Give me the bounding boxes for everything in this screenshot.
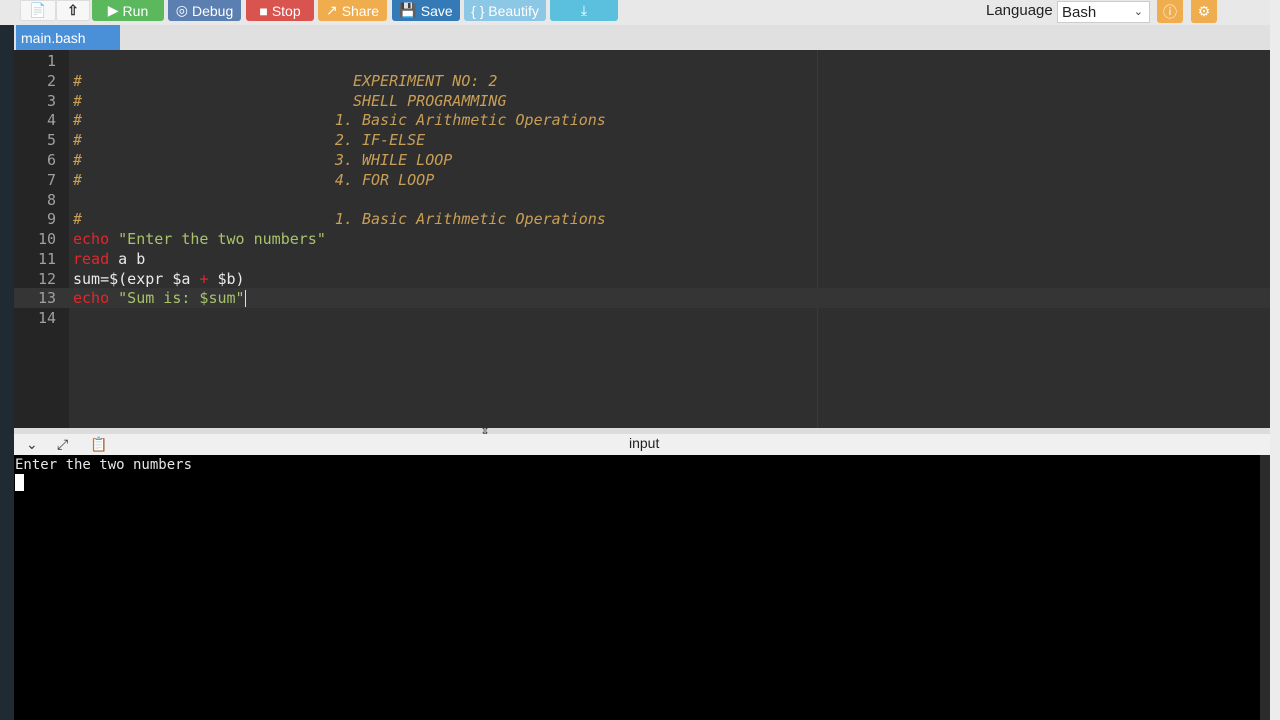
- debug-button[interactable]: ◎ Debug: [168, 0, 241, 21]
- clipboard-icon[interactable]: 📋: [90, 436, 107, 453]
- code-line: 3 # SHELL PROGRAMMING: [14, 91, 1270, 111]
- left-edge: [0, 0, 14, 720]
- language-select[interactable]: Bash ⌄: [1057, 1, 1150, 23]
- comment-text: # 3. WHILE LOOP: [73, 151, 453, 169]
- line-number: 2: [46, 72, 56, 90]
- share-label: Share: [341, 2, 380, 19]
- share-button[interactable]: ↗ Share: [318, 0, 387, 21]
- terminal-line: Enter the two numbers: [15, 457, 193, 473]
- code-post: $b): [208, 270, 245, 288]
- line-number: 13: [37, 289, 56, 307]
- code-line: 12 sum=$(expr $a + $b): [14, 269, 1270, 289]
- output-header: ⌄ ⤢ 📋 input: [14, 434, 1270, 455]
- code-pre: sum=$(expr $a: [73, 270, 200, 288]
- new-file-button[interactable]: 📄: [20, 0, 56, 21]
- language-label: Language: [986, 2, 1053, 19]
- tab-label: main.bash: [21, 29, 86, 46]
- keyword: echo: [73, 230, 110, 248]
- file-icon: 📄: [29, 2, 47, 18]
- save-icon: 💾: [399, 2, 417, 18]
- keyword: echo: [73, 289, 110, 307]
- code-line: 7 # 4. FOR LOOP: [14, 170, 1270, 190]
- line-text: read a b: [73, 249, 145, 269]
- gear-icon: ⚙: [1197, 3, 1211, 19]
- download-button[interactable]: ⤓: [550, 0, 618, 21]
- settings-button[interactable]: ⚙: [1191, 0, 1217, 23]
- code-line: 14: [14, 308, 1270, 328]
- debug-icon: ◎: [175, 2, 188, 18]
- string-literal: "Sum is: $sum": [109, 289, 245, 307]
- download-icon: ⤓: [580, 2, 588, 18]
- info-button[interactable]: ⓘ: [1157, 0, 1183, 23]
- line-number: 14: [37, 309, 56, 327]
- line-text: echo "Sum is: $sum": [73, 288, 246, 308]
- info-icon: ⓘ: [1163, 3, 1177, 20]
- code-line: 11 read a b: [14, 249, 1270, 269]
- upload-button[interactable]: ⇧: [56, 0, 90, 21]
- expand-icon[interactable]: ⤢: [57, 436, 68, 453]
- stop-label: Stop: [271, 2, 301, 19]
- code-line: 8: [14, 190, 1270, 210]
- save-button[interactable]: 💾 Save: [392, 0, 460, 21]
- comment-text: # SHELL PROGRAMMING: [73, 92, 507, 110]
- line-text: echo "Enter the two numbers": [73, 229, 326, 249]
- string-literal: "Enter the two numbers": [109, 230, 326, 248]
- file-tab-bar: main.bash: [14, 25, 1270, 50]
- keyword: read: [73, 250, 110, 268]
- run-button[interactable]: ▶ Run: [92, 0, 164, 21]
- share-icon: ↗: [325, 2, 338, 18]
- line-number: 7: [46, 171, 56, 189]
- line-number: 5: [46, 131, 56, 149]
- code-line: 4 # 1. Basic Arithmetic Operations: [14, 110, 1270, 130]
- toolbar: 📄 ⇧ ▶ Run ◎ Debug ■ Stop ↗ Share 💾 Save …: [0, 0, 1270, 25]
- terminal-cursor: [15, 474, 24, 491]
- code-line-active: 13 echo "Sum is: $sum": [14, 288, 1270, 308]
- run-label: Run: [122, 2, 149, 19]
- beautify-button[interactable]: { } Beautify: [464, 0, 546, 21]
- save-label: Save: [420, 2, 453, 19]
- comment-text: # EXPERIMENT NO: 2: [73, 72, 498, 90]
- line-number: 8: [46, 191, 56, 209]
- comment-text: # 1. Basic Arithmetic Operations: [73, 210, 606, 228]
- code-line: 9 # 1. Basic Arithmetic Operations: [14, 209, 1270, 229]
- line-number: 12: [37, 270, 56, 288]
- comment-text: # 1. Basic Arithmetic Operations: [73, 111, 606, 129]
- play-icon: ▶: [107, 2, 119, 18]
- stop-icon: ■: [259, 2, 268, 19]
- code-line: 6 # 3. WHILE LOOP: [14, 150, 1270, 170]
- code-line: 10 echo "Enter the two numbers": [14, 229, 1270, 249]
- line-number: 3: [46, 92, 56, 110]
- upload-icon: ⇧: [67, 2, 79, 18]
- beautify-label: { } Beautify: [471, 2, 539, 19]
- code-rest: a b: [109, 250, 146, 268]
- line-number: 1: [46, 52, 56, 70]
- debug-label: Debug: [191, 2, 234, 19]
- collapse-chevron-icon[interactable]: ⌄: [26, 436, 38, 453]
- line-number: 10: [37, 230, 56, 248]
- terminal-output[interactable]: Enter the two numbers: [14, 455, 1260, 720]
- comment-text: # 4. FOR LOOP: [73, 171, 435, 189]
- code-line: 2 # EXPERIMENT NO: 2: [14, 71, 1270, 91]
- output-panel-title: input: [629, 435, 660, 451]
- text-cursor: [244, 290, 246, 307]
- line-number: 6: [46, 151, 56, 169]
- tab-main-bash[interactable]: main.bash: [16, 25, 120, 50]
- line-number: 4: [46, 111, 56, 129]
- line-text: sum=$(expr $a + $b): [73, 269, 245, 289]
- stop-button[interactable]: ■ Stop: [246, 0, 314, 21]
- code-line: 1: [14, 51, 1270, 71]
- chevron-down-icon: ⌄: [1133, 6, 1143, 18]
- code-editor[interactable]: 1 2 # EXPERIMENT NO: 2 3 # SHELL PROGRAM…: [14, 50, 1270, 428]
- right-edge: [1270, 0, 1280, 720]
- code-line: 5 # 2. IF-ELSE: [14, 130, 1270, 150]
- language-value: Bash: [1062, 3, 1097, 21]
- line-number: 9: [46, 210, 56, 228]
- line-number: 11: [37, 250, 56, 268]
- comment-text: # 2. IF-ELSE: [73, 131, 426, 149]
